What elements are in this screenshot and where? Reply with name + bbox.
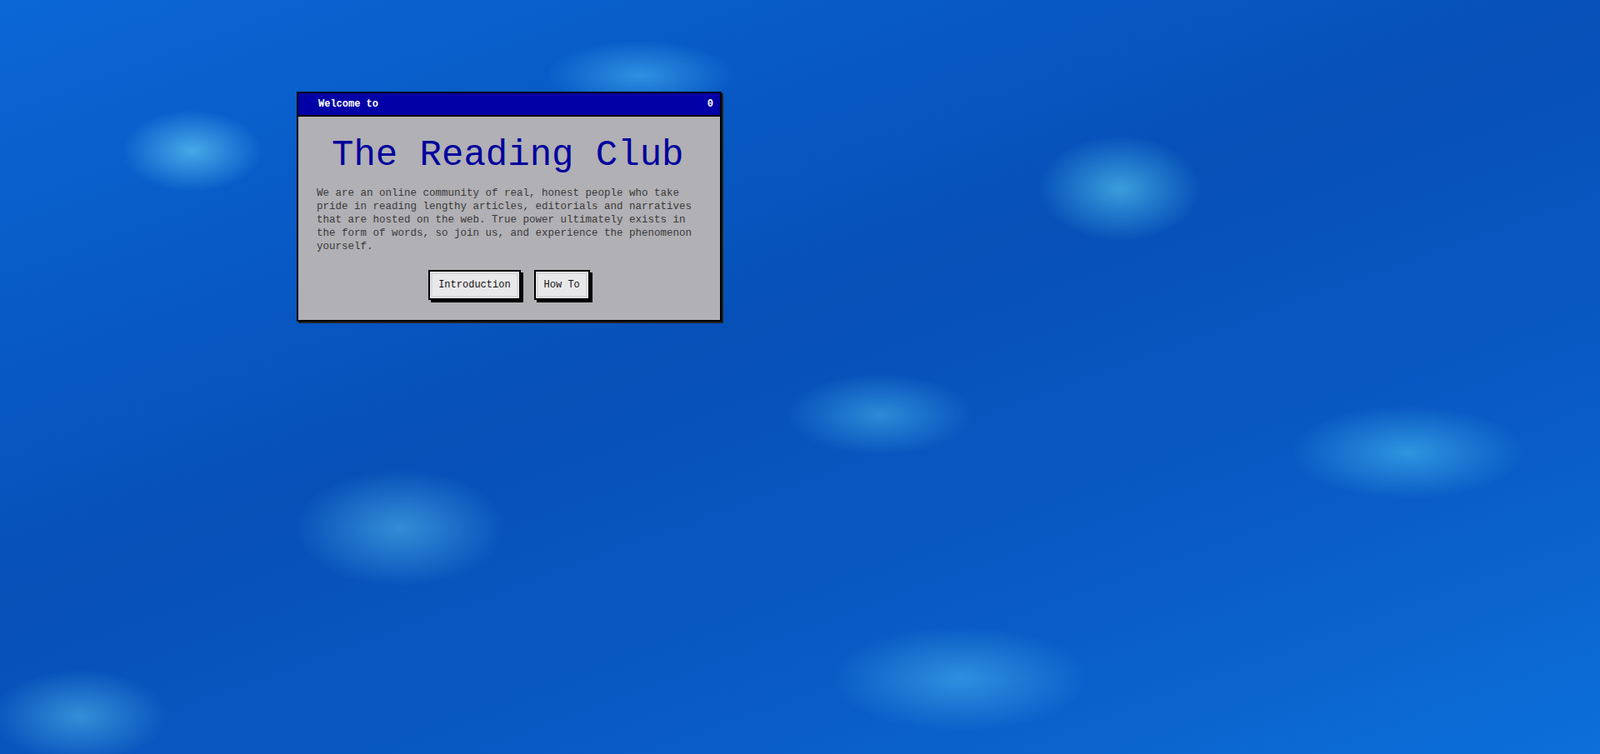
club-description: We are an online community of real, hone… [298, 186, 720, 254]
desktop: Welcome to 0 The Reading Club We are an onl… [0, 0, 1600, 754]
nav-button[interactable]: Introduction [428, 270, 520, 300]
window-counter: 0 [707, 96, 714, 112]
window-title: Welcome to [318, 96, 379, 112]
club-heading: The Reading Club [331, 135, 720, 175]
welcome-window: Welcome to 0 The Reading Club We are an onl… [296, 91, 722, 322]
nav-button[interactable]: How To [534, 270, 590, 300]
button-row: Introduction How To [298, 270, 720, 320]
title-bar: Welcome to 0 [298, 93, 720, 117]
